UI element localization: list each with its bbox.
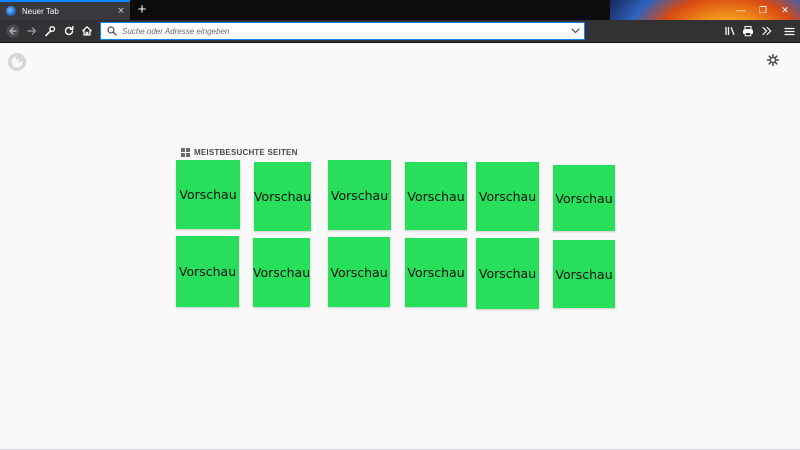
tab-neuer-tab[interactable]: Neuer Tab × bbox=[0, 0, 130, 20]
top-site-tile[interactable]: Vorschau bbox=[476, 238, 539, 309]
tile-label: Vorschau bbox=[179, 187, 237, 202]
tile-label: Vorschau bbox=[407, 265, 465, 280]
close-tab-icon[interactable]: × bbox=[114, 5, 128, 17]
chevron-down-icon[interactable] bbox=[568, 28, 582, 34]
library-icon bbox=[725, 27, 735, 36]
tile-label: Vorschau bbox=[252, 265, 311, 280]
top-site-tile[interactable]: Vorschau bbox=[328, 160, 391, 230]
tile-label: Vorschau bbox=[330, 187, 389, 203]
top-site-tile[interactable]: Vorschau bbox=[553, 240, 615, 308]
reload-button[interactable] bbox=[61, 23, 77, 39]
tab-title: Neuer Tab bbox=[22, 6, 59, 16]
browser-window: Neuer Tab × + — ❐ ✕ Suche oder Adresse e… bbox=[0, 0, 800, 450]
top-site-tile[interactable]: Vorschau bbox=[253, 238, 310, 307]
forward-arrow-icon bbox=[27, 27, 37, 35]
tab-strip: Neuer Tab × + — ❐ ✕ bbox=[0, 0, 800, 20]
tile-label: Vorschau bbox=[330, 264, 388, 280]
hamburger-menu-icon bbox=[783, 27, 795, 35]
print-icon bbox=[743, 25, 753, 37]
new-tab-page: MEISTBESUCHTE SEITEN Vorschau Vorschau V… bbox=[0, 43, 800, 450]
firefox-logo-icon bbox=[8, 53, 26, 71]
tile-label: Vorschau bbox=[555, 266, 613, 282]
url-bar[interactable] bbox=[100, 22, 585, 40]
top-site-tile[interactable]: Vorschau bbox=[176, 236, 239, 307]
top-site-tile[interactable]: Vorschau bbox=[328, 237, 390, 307]
tools-button[interactable] bbox=[42, 23, 58, 39]
navigation-toolbar bbox=[0, 20, 800, 43]
home-button[interactable] bbox=[79, 23, 95, 39]
close-window-button[interactable]: ✕ bbox=[774, 5, 796, 16]
print-button[interactable] bbox=[740, 23, 756, 39]
top-sites-title: MEISTBESUCHTE SEITEN bbox=[194, 147, 298, 157]
overflow-chevrons-icon bbox=[762, 26, 772, 36]
grid-icon bbox=[181, 147, 190, 157]
top-site-tile[interactable]: Vorschau bbox=[176, 160, 240, 229]
back-arrow-icon bbox=[6, 24, 20, 38]
new-tab-button[interactable]: + bbox=[134, 1, 150, 18]
reload-icon bbox=[64, 25, 74, 36]
maximize-button[interactable]: ❐ bbox=[752, 5, 774, 16]
top-site-tile[interactable]: Vorschau bbox=[553, 165, 615, 231]
tile-label: Vorschau bbox=[478, 189, 537, 204]
minimize-button[interactable]: — bbox=[730, 5, 752, 15]
menu-button[interactable] bbox=[781, 23, 797, 39]
forward-button[interactable] bbox=[24, 23, 40, 39]
gear-icon[interactable] bbox=[766, 53, 780, 67]
window-controls: — ❐ ✕ bbox=[730, 0, 796, 20]
address-input[interactable] bbox=[122, 26, 568, 36]
back-button[interactable] bbox=[5, 23, 21, 39]
home-icon bbox=[82, 26, 92, 36]
tile-label: Vorschau bbox=[478, 266, 537, 281]
tile-label: Vorschau bbox=[253, 189, 312, 204]
top-site-tile[interactable]: Vorschau bbox=[405, 162, 467, 230]
top-site-tile[interactable]: Vorschau bbox=[405, 238, 467, 307]
wrench-icon bbox=[45, 26, 56, 37]
tile-label: Vorschau bbox=[407, 188, 465, 204]
tile-label: Vorschau bbox=[555, 190, 613, 206]
top-sites-header: MEISTBESUCHTE SEITEN bbox=[181, 147, 298, 157]
firefox-globe-icon bbox=[6, 6, 16, 16]
top-site-tile[interactable]: Vorschau bbox=[254, 162, 311, 231]
search-icon bbox=[105, 24, 119, 38]
library-button[interactable] bbox=[722, 23, 738, 39]
overflow-button[interactable] bbox=[759, 23, 775, 39]
top-site-tile[interactable]: Vorschau bbox=[476, 162, 539, 231]
tile-label: Vorschau bbox=[178, 264, 237, 279]
